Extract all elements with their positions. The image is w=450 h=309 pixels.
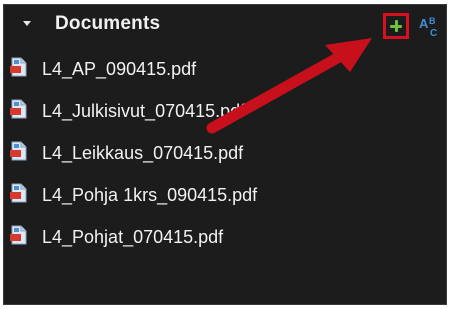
list-item[interactable]: L4_AP_090415.pdf <box>4 48 446 90</box>
documents-title: Documents <box>55 13 161 34</box>
documents-header[interactable]: Documents A B C <box>4 5 446 41</box>
list-item[interactable]: L4_Pohjat_070415.pdf <box>4 216 446 258</box>
file-name: L4_Leikkaus_070415.pdf <box>42 143 244 163</box>
pdf-file-icon <box>10 183 27 203</box>
pdf-file-icon <box>10 141 27 161</box>
svg-text:C: C <box>430 28 437 39</box>
svg-text:B: B <box>429 16 436 26</box>
list-item[interactable]: L4_Julkisivut_070415.pdf <box>4 90 446 132</box>
triangle-down-icon[interactable] <box>23 21 31 26</box>
pdf-file-icon <box>10 57 27 77</box>
documents-list: L4_AP_090415.pdf L4_Julkisivut_070415.pd… <box>4 48 446 258</box>
list-item[interactable]: L4_Leikkaus_070415.pdf <box>4 132 446 174</box>
list-item[interactable]: L4_Pohja 1krs_090415.pdf <box>4 174 446 216</box>
documents-panel: Documents A B C L4_AP_090415.pdf L4_Julk… <box>3 4 447 305</box>
svg-text:A: A <box>419 16 429 31</box>
pdf-file-icon <box>10 225 27 245</box>
file-name: L4_Pohja 1krs_090415.pdf <box>42 185 258 205</box>
file-name: L4_AP_090415.pdf <box>42 59 197 79</box>
pdf-file-icon <box>10 99 27 119</box>
file-name: L4_Pohjat_070415.pdf <box>42 227 224 247</box>
file-name: L4_Julkisivut_070415.pdf <box>42 101 246 121</box>
abc-sort-icon[interactable]: A B C <box>418 15 444 39</box>
plus-icon <box>390 20 402 32</box>
add-document-button[interactable] <box>383 13 409 39</box>
